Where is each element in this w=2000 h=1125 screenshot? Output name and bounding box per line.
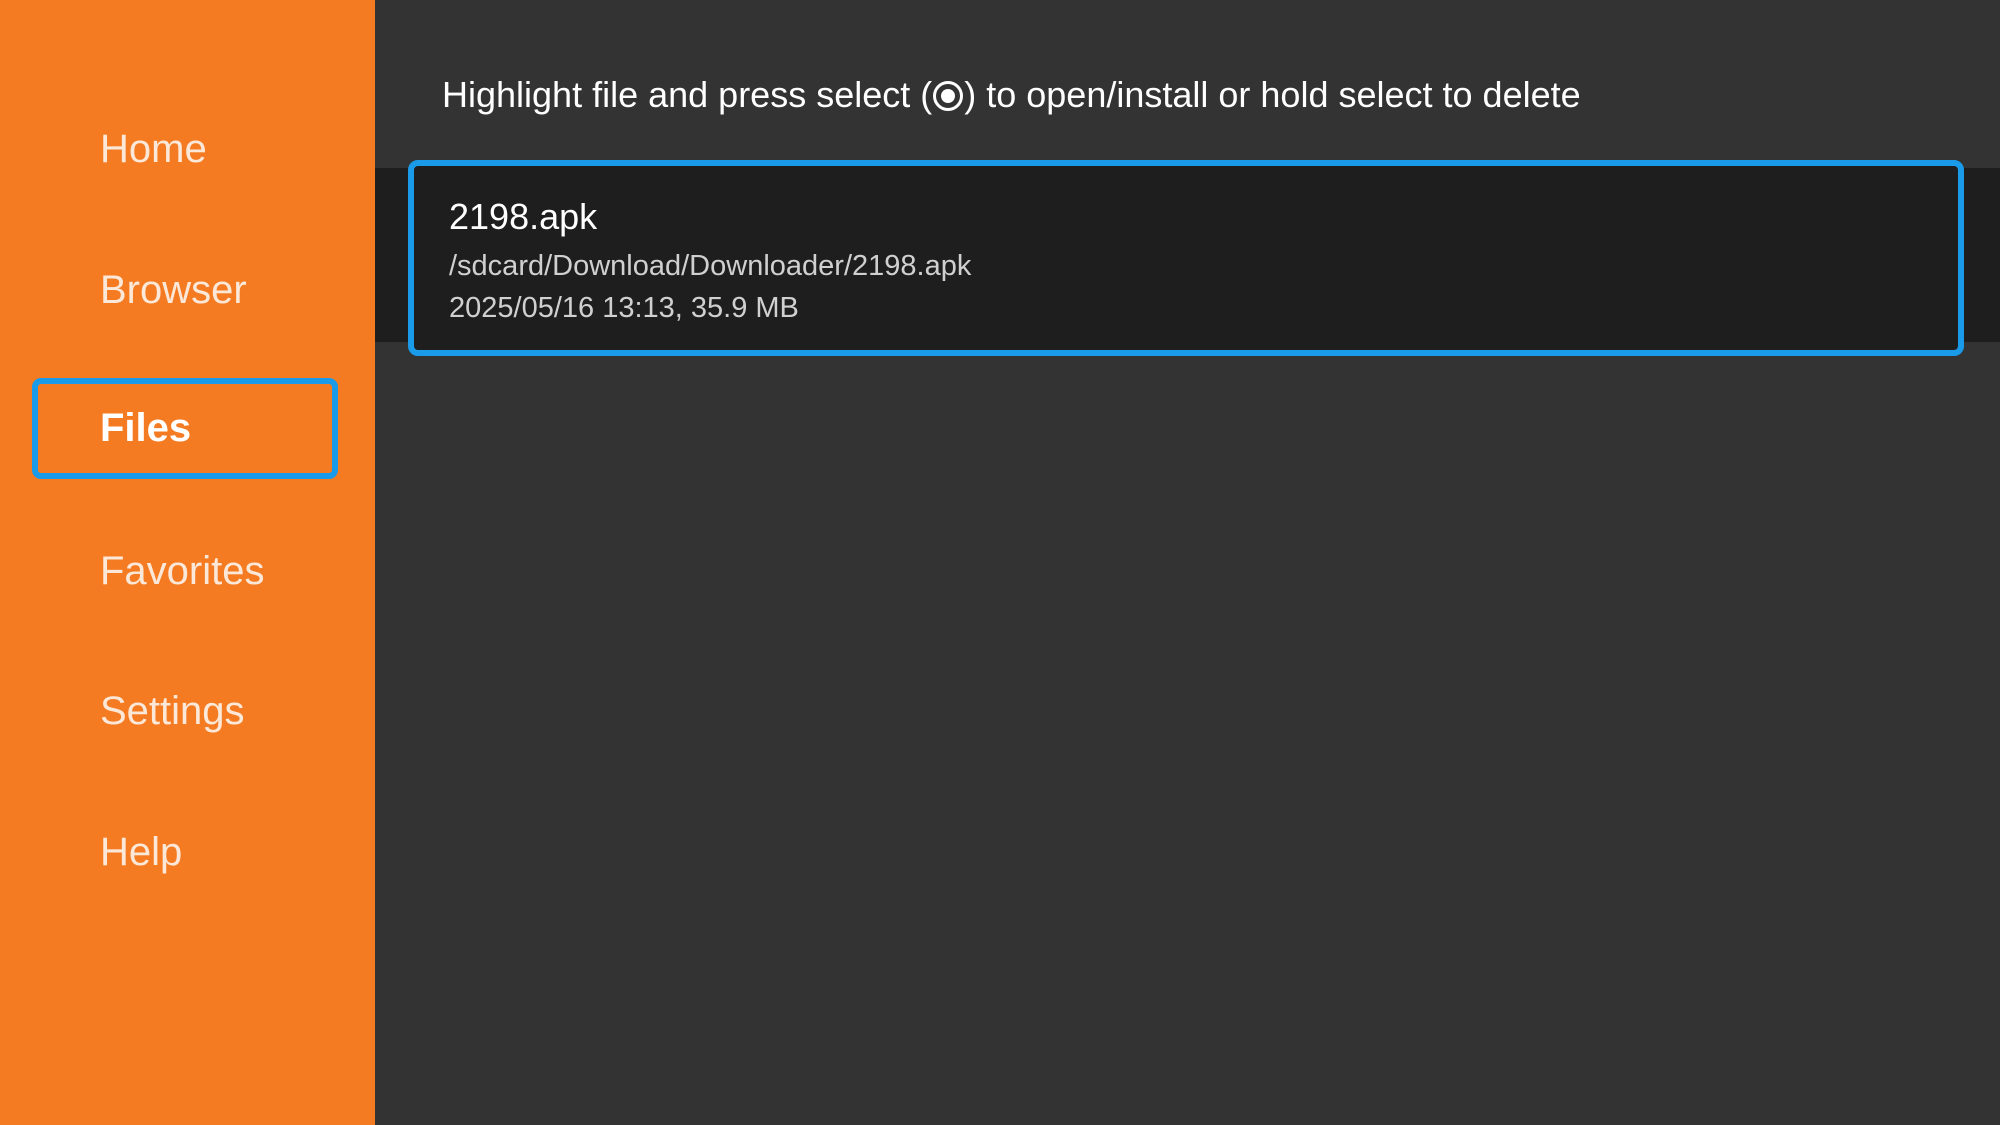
instruction-text-start: Highlight file and press select (	[442, 74, 933, 115]
file-date-size: 2025/05/16 13:13, 35.9 MB	[449, 292, 799, 324]
sidebar-item-label: Help	[100, 830, 183, 874]
sidebar-item-help[interactable]: Help	[32, 802, 338, 903]
sidebar-item-label: Favorites	[100, 549, 265, 593]
sidebar-item-label: Settings	[100, 689, 245, 733]
main-content: Highlight file and press select ( ) to op…	[375, 0, 2000, 1125]
app-root: Home Browser Files Favorites Settings He…	[0, 0, 2000, 1125]
sidebar-item-label: Home	[100, 127, 207, 171]
sidebar: Home Browser Files Favorites Settings He…	[0, 0, 375, 1125]
sidebar-item-label: Browser	[100, 268, 247, 312]
sidebar-item-files[interactable]: Files	[32, 378, 338, 479]
sidebar-item-browser[interactable]: Browser	[32, 240, 338, 341]
instruction-text: Highlight file and press select ( ) to op…	[442, 74, 1581, 116]
sidebar-item-favorites[interactable]: Favorites	[32, 521, 338, 622]
file-list-item[interactable]: 2198.apk /sdcard/Download/Downloader/219…	[408, 160, 1964, 356]
file-path: /sdcard/Download/Downloader/2198.apk	[449, 250, 972, 282]
sidebar-item-home[interactable]: Home	[32, 99, 338, 200]
instruction-text-end: ) to open/install or hold select to dele…	[964, 74, 1581, 115]
sidebar-item-settings[interactable]: Settings	[32, 661, 338, 762]
file-name: 2198.apk	[449, 196, 598, 237]
select-button-icon	[933, 81, 964, 111]
sidebar-item-label: Files	[100, 406, 192, 450]
